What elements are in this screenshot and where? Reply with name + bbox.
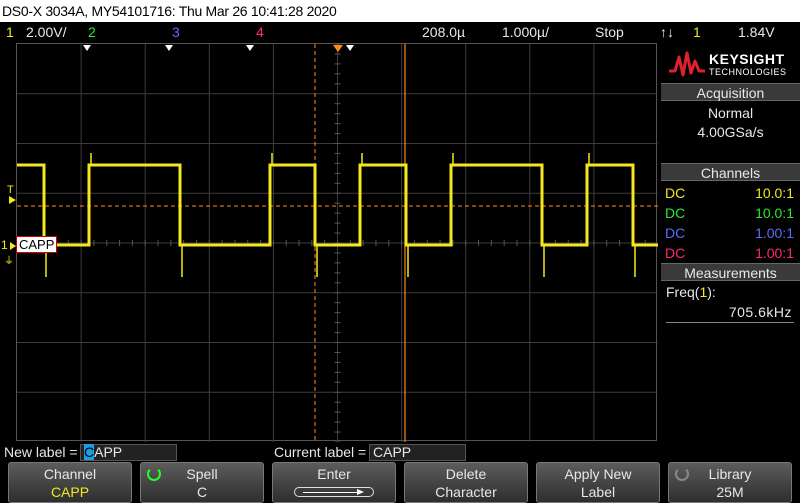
horizontal-delay[interactable]: 208.0µ [422, 22, 465, 42]
probe-ratio: 1.00:1 [755, 225, 794, 241]
keysight-logo: KEYSIGHT TECHNOLOGIES [661, 43, 800, 83]
keysight-wave-icon [669, 51, 705, 77]
channels-header[interactable]: Channels [661, 163, 800, 181]
text-cursor: C [84, 444, 95, 460]
softkey-enter[interactable]: Enter [272, 462, 396, 503]
ch1-ground-marker[interactable]: 1 [1, 238, 8, 252]
brand-subtitle: TECHNOLOGIES [709, 67, 787, 77]
probe-ratio: 10.0:1 [755, 185, 794, 201]
acquisition-mode: Normal [707, 105, 754, 121]
channel-coupling: DC [665, 185, 686, 201]
rotate-knob-icon [675, 467, 689, 481]
new-label-caption: New label = [4, 444, 78, 460]
channel-label-tag[interactable]: CAPP [16, 236, 58, 253]
channel-coupling: DC [665, 225, 686, 241]
new-label-input[interactable]: CAPP [80, 444, 177, 461]
trigger-level-marker[interactable]: T [7, 184, 14, 196]
enter-arrow-icon [294, 487, 374, 497]
ground-icon: ⏚ [4, 256, 14, 267]
trigger-level[interactable]: 1.84V [738, 22, 775, 42]
measurement-name: Freq(1): [666, 284, 716, 300]
softkey-spell[interactable]: Spell C [140, 462, 264, 503]
graticule [17, 44, 658, 442]
trigger-edge-icon: ↑↓ [660, 24, 674, 40]
marker-triangle [346, 45, 354, 51]
marker-triangle [83, 45, 91, 51]
waveform-display[interactable] [16, 43, 658, 442]
trigger-channel[interactable]: 1 [693, 22, 701, 42]
rotate-knob-icon [147, 467, 161, 481]
current-label-caption: Current label = [274, 444, 367, 460]
label-edit-row: New label = CAPP Current label = CAPP [0, 443, 800, 462]
sample-rate: 4.00GSa/s [697, 124, 764, 140]
channel-row-3[interactable]: DC 1.00:1 [661, 224, 800, 243]
marker-triangle [165, 45, 173, 51]
trigger-arrow-icon [9, 196, 16, 204]
brand-name: KEYSIGHT [709, 51, 785, 67]
channel-coupling: DC [665, 245, 686, 261]
softkey-bar: Channel CAPP Spell C Enter Delete Charac… [0, 462, 800, 503]
probe-ratio: 10.0:1 [755, 205, 794, 221]
measurement-value: 705.6kHz [728, 304, 792, 320]
ch4-number[interactable]: 4 [256, 22, 264, 42]
timebase-scale[interactable]: 1.000µ/ [502, 22, 549, 42]
channel-row-4[interactable]: DC 1.00:1 [661, 244, 800, 263]
measurements-header[interactable]: Measurements [661, 263, 800, 281]
right-panel: KEYSIGHT TECHNOLOGIES Acquisition Normal… [661, 43, 800, 441]
channel-row-2[interactable]: DC 10.0:1 [661, 204, 800, 223]
channel-coupling: DC [665, 205, 686, 221]
ch1-number[interactable]: 1 [6, 22, 14, 42]
run-state[interactable]: Stop [595, 22, 624, 42]
ch2-number[interactable]: 2 [88, 22, 96, 42]
probe-ratio: 1.00:1 [755, 245, 794, 261]
status-bar: 1 2.00V/ 2 3 4 208.0µ 1.000µ/ Stop ↑↓ 1 … [0, 22, 800, 42]
acquisition-header[interactable]: Acquisition [661, 83, 800, 101]
softkey-library[interactable]: Library 25M [668, 462, 792, 503]
marker-triangle [246, 45, 254, 51]
trigger-position-marker [333, 45, 343, 52]
current-label-value: CAPP [369, 444, 466, 461]
ch3-number[interactable]: 3 [172, 22, 180, 42]
measurement-divider [666, 322, 794, 323]
window-title: DS0-X 3034A, MY54101716: Thu Mar 26 10:4… [0, 0, 800, 22]
softkey-channel[interactable]: Channel CAPP [8, 462, 132, 503]
channel-row-1[interactable]: DC 10.0:1 [661, 184, 800, 203]
softkey-apply-new-label[interactable]: Apply New Label [536, 462, 660, 503]
ch1-scale[interactable]: 2.00V/ [26, 22, 66, 42]
softkey-delete-character[interactable]: Delete Character [404, 462, 528, 503]
